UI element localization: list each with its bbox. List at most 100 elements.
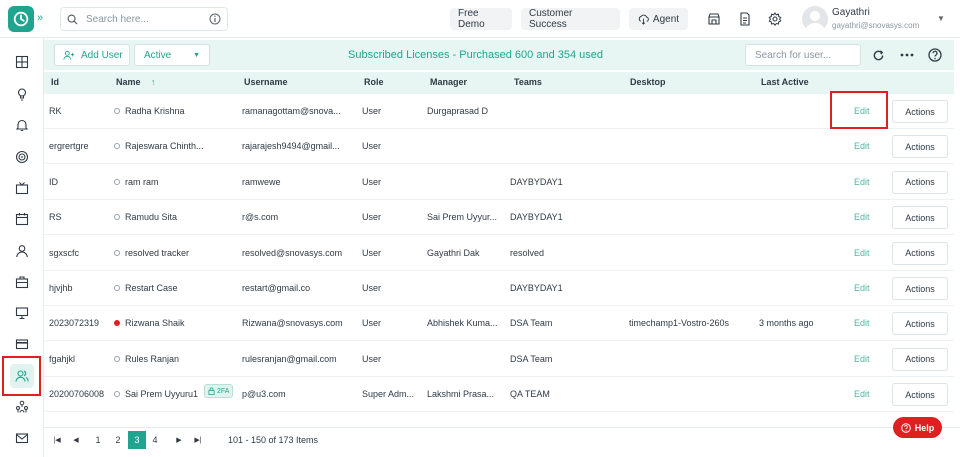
free-demo-button[interactable]: Free Demo [450,8,512,30]
sidebar-item-mail[interactable] [10,426,34,450]
column-header-name[interactable]: Name [116,77,141,87]
status-dot-icon [114,285,120,291]
cell-last-active: 3 months ago [759,318,814,329]
user-name[interactable]: Gayathri [832,7,870,18]
edit-link[interactable]: Edit [854,212,870,222]
last-page-icon[interactable]: ▶| [189,431,207,449]
page-3-active[interactable]: 3 [128,431,146,449]
cell-username: r@s.com [242,212,279,223]
status-select[interactable]: Active ▼ [134,44,210,66]
page-4[interactable]: 4 [146,431,164,449]
highlight-box-edit [830,91,888,129]
actions-button[interactable]: Actions [892,347,948,371]
cell-name: Radha Krishna [125,106,185,116]
edit-link[interactable]: Edit [854,248,870,258]
cell-username: resolved@snovasys.com [242,247,343,258]
user-search-input[interactable]: Search for user... [745,44,861,66]
edit-link[interactable]: Edit [854,141,870,151]
help-button[interactable]: Help [893,417,942,438]
search-icon [67,14,78,25]
help-question-icon[interactable] [927,47,943,63]
page-1[interactable]: 1 [89,431,107,449]
expand-sidebar-icon[interactable]: » [37,12,43,24]
column-header-manager[interactable]: Manager [430,77,467,87]
column-header-username[interactable]: Username [244,77,288,87]
edit-link[interactable]: Edit [854,283,870,293]
table-row: 20200706008 Sai Prem Uyyuru1 p@u3.com Super… [44,377,954,413]
column-header-role[interactable]: Role [364,77,384,87]
global-search[interactable]: Search here... [60,7,228,31]
cell-teams: DSA Team [510,353,553,364]
cell-name: resolved tracker [125,247,190,258]
status-value: Active [144,49,172,61]
actions-button[interactable]: Actions [892,206,948,230]
table-row: 2023072319 Rizwana Shaik Rizwana@snovasys.… [44,306,954,342]
edit-link[interactable]: Edit [854,354,870,364]
refresh-icon[interactable] [870,47,886,63]
actions-button[interactable]: Actions [892,100,948,123]
edit-link[interactable]: Edit [854,389,870,399]
page-2[interactable]: 2 [109,431,127,449]
actions-button[interactable]: Actions [892,241,948,265]
help-circle-icon [900,422,911,433]
info-icon[interactable] [209,13,221,25]
table-row: sgxscfc resolved tracker resolved@snovasys… [44,236,954,271]
next-page-icon[interactable]: ▶ [170,431,188,449]
sidebar-item-calendar[interactable] [10,207,34,231]
sidebar-item-billing[interactable] [10,332,34,356]
cell-username: restart@gmail.co [242,283,311,293]
cell-role: User [362,212,382,223]
table-row: ergrertgre Rajeswara Chinth... rajarajesh9… [44,129,954,165]
actions-button[interactable]: Actions [892,135,948,159]
sidebar-item-tv[interactable] [10,176,34,200]
cell-id: sgxscfc [49,247,80,258]
more-options-icon[interactable] [899,47,915,63]
top-bar: » Search here... Free Demo Customer Succ… [0,0,960,38]
cell-username: rulesranjan@gmail.com [242,353,337,364]
status-dot-icon [114,320,120,327]
sidebar-item-projects[interactable] [10,270,34,294]
sidebar-item-alerts[interactable] [10,113,34,137]
customer-success-button[interactable]: Customer Success [521,8,620,30]
settings-gear-icon[interactable] [767,11,783,27]
users-toolbar: Add User Active ▼ Subscribed Licenses - … [44,40,954,70]
sort-ascending-icon[interactable]: ↑ [151,77,156,87]
sidebar-item-desktop[interactable] [10,301,34,325]
agent-button[interactable]: Agent [629,8,688,30]
sidebar-item-profile[interactable] [10,239,34,263]
status-dot-icon [114,143,120,150]
column-header-last-active[interactable]: Last Active [761,77,809,87]
sidebar-item-ideas[interactable] [10,82,34,106]
add-user-button[interactable]: Add User [54,44,130,66]
first-page-icon[interactable]: |◀ [48,431,66,449]
sidebar-item-teams[interactable] [10,395,34,419]
help-label: Help [914,422,935,433]
user-menu-caret-icon[interactable]: ▼ [937,14,945,23]
credit-card-icon [15,339,29,350]
sidebar-item-dashboard[interactable] [10,50,34,74]
add-user-icon [63,50,75,60]
actions-button[interactable]: Actions [892,383,948,407]
column-header-teams[interactable]: Teams [514,77,542,87]
actions-button[interactable]: Actions [892,277,948,300]
previous-page-icon[interactable]: ◀ [67,431,85,449]
edit-link[interactable]: Edit [854,318,870,328]
user-avatar[interactable] [802,6,828,32]
document-icon[interactable] [737,11,753,27]
cell-role: User [362,283,382,293]
store-icon[interactable] [706,11,722,27]
column-header-desktop[interactable]: Desktop [630,77,666,87]
app-logo[interactable] [8,6,34,32]
actions-button[interactable]: Actions [892,170,948,194]
sidebar-item-goals[interactable] [10,145,34,169]
search-placeholder[interactable]: Search here... [86,14,209,25]
cell-manager: Abhishek Kuma... [427,318,498,329]
two-factor-badge: 2FA [204,384,234,399]
pagination-info: 101 - 150 of 173 Items [228,435,319,445]
edit-link[interactable]: Edit [854,177,870,187]
status-dot-icon [114,391,120,398]
column-header-id[interactable]: Id [51,77,59,87]
actions-button[interactable]: Actions [892,312,948,336]
cell-id: 2023072319 [49,318,100,329]
calendar-icon [15,213,29,226]
